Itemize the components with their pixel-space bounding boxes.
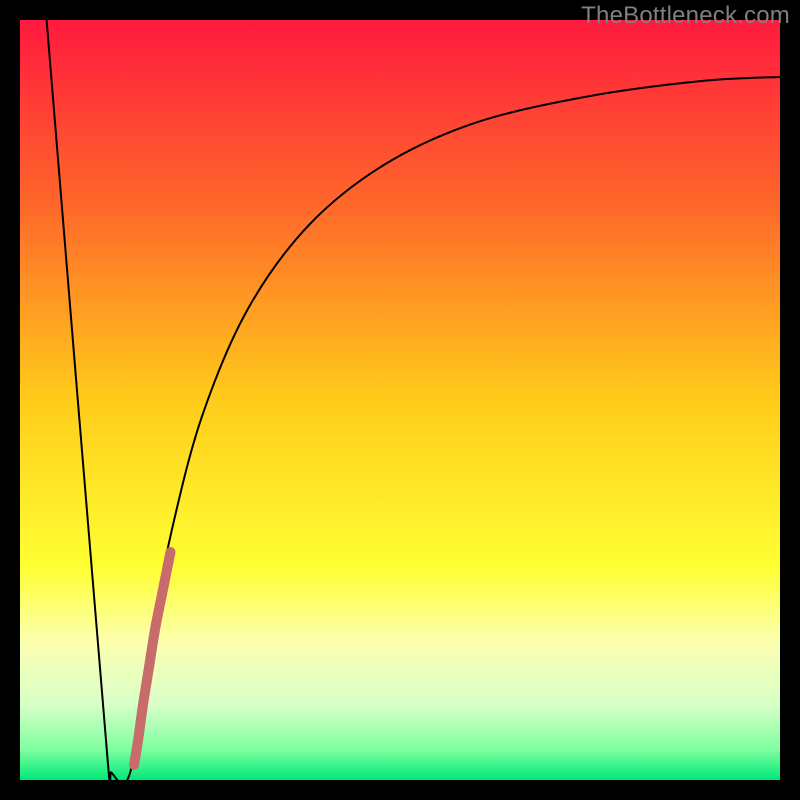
chart-stage: TheBottleneck.com bbox=[0, 0, 800, 800]
bottleneck-curve bbox=[47, 20, 780, 780]
plot-lines bbox=[20, 20, 780, 780]
plot-area bbox=[20, 20, 780, 780]
watermark-label: TheBottleneck.com bbox=[581, 2, 790, 30]
highlight-band bbox=[134, 552, 170, 765]
